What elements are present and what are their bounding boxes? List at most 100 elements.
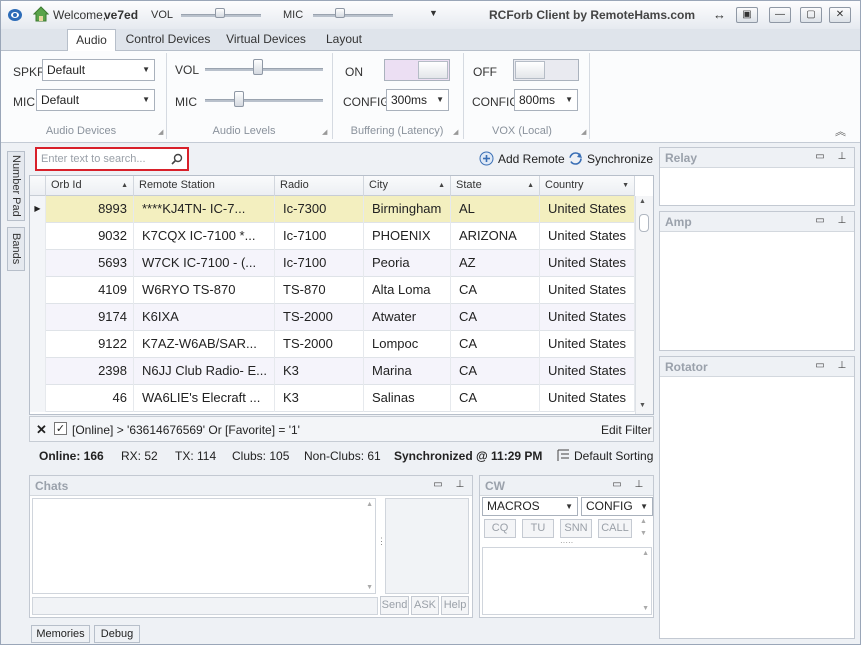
pin-icon[interactable]: ⊥ (836, 215, 848, 227)
vol-level-thumb[interactable] (253, 59, 263, 75)
add-remote-button[interactable]: Add Remote (498, 152, 565, 166)
cw-text-area[interactable]: ▲ ▼ (482, 547, 652, 615)
side-tab-number-pad[interactable]: Number Pad (7, 151, 25, 221)
help-button[interactable]: Help (441, 596, 469, 615)
vol-level-slider[interactable] (205, 68, 323, 71)
send-button[interactable]: Send (380, 596, 409, 615)
title-vol-thumb[interactable] (215, 8, 225, 18)
table-row[interactable]: 9122 K7AZ-W6AB/SAR... TS-2000 Lompoc CA Unite… (30, 331, 635, 358)
table-row[interactable]: 4109 W6RYO TS-870 TS-870 Alta Loma CA United … (30, 277, 635, 304)
panel-maximize-icon[interactable]: ▭ (611, 479, 623, 491)
spkr-select[interactable]: Default ▼ (42, 59, 155, 81)
table-row[interactable]: 46 WA6LIE's Elecraft ... K3 Salinas CA United… (30, 385, 635, 412)
group-expander-icon[interactable]: ◢ (453, 128, 458, 136)
collapse-ribbon-icon[interactable]: ︽ (835, 123, 846, 139)
row-indicator[interactable] (30, 223, 46, 250)
vox-toggle[interactable] (513, 59, 579, 81)
scroll-down-icon[interactable]: ▼ (366, 584, 373, 591)
row-indicator[interactable] (30, 304, 46, 331)
table-row[interactable]: 5693 W7CK IC-7100 - (... Ic-7100 Peoria AZ Un… (30, 250, 635, 277)
pin-icon[interactable]: ⊥ (633, 479, 645, 491)
resize-arrows-icon[interactable]: ↔ (713, 7, 726, 22)
panel-maximize-icon[interactable]: ▭ (814, 151, 826, 163)
ask-button[interactable]: ASK (411, 596, 439, 615)
tab-debug[interactable]: Debug (94, 625, 140, 643)
column-header-orb-id[interactable]: Orb Id ▲ (46, 176, 134, 196)
scroll-up-icon[interactable]: ▲ (366, 501, 373, 508)
scroll-down-icon[interactable]: ▼ (639, 402, 646, 409)
chat-users-list[interactable] (385, 498, 469, 594)
search-field[interactable]: Enter text to search... (35, 147, 189, 171)
snn-button[interactable]: SNN (560, 519, 592, 538)
cq-button[interactable]: CQ (484, 519, 516, 538)
mic-level-thumb[interactable] (234, 91, 244, 107)
search-icon[interactable] (171, 153, 183, 165)
macros-select[interactable]: MACROS ▼ (482, 497, 578, 516)
table-row[interactable]: 2398 N6JJ Club Radio- E... K3 Marina CA Unite… (30, 358, 635, 385)
column-header-city[interactable]: City ▲ (364, 176, 451, 196)
splitter-grip-icon[interactable]: ····· (560, 538, 573, 547)
panel-maximize-icon[interactable]: ▭ (432, 479, 444, 491)
scroll-down-icon[interactable]: ▼ (640, 530, 647, 537)
scroll-down-icon[interactable]: ▼ (642, 605, 649, 612)
group-expander-icon[interactable]: ◢ (158, 128, 163, 136)
pin-icon[interactable]: ⊥ (836, 360, 848, 372)
tab-memories[interactable]: Memories (31, 625, 90, 643)
synchronize-button[interactable]: Synchronize (587, 152, 653, 166)
panel-maximize-icon[interactable]: ▭ (814, 215, 826, 227)
column-header-remote-station[interactable]: Remote Station (134, 176, 275, 196)
title-mic-slider[interactable] (313, 14, 393, 17)
row-indicator[interactable] (30, 250, 46, 277)
column-header-radio[interactable]: Radio (275, 176, 364, 196)
mic-select[interactable]: Default ▼ (36, 89, 155, 111)
group-expander-icon[interactable]: ◢ (581, 128, 586, 136)
buffering-toggle[interactable] (384, 59, 450, 81)
app-eye-icon[interactable] (7, 8, 23, 22)
cw-config-select[interactable]: CONFIG ▼ (581, 497, 653, 516)
chat-message-input[interactable] (32, 597, 378, 615)
home-icon[interactable] (33, 6, 49, 22)
tab-control-devices[interactable]: Control Devices (123, 29, 213, 51)
column-header-state[interactable]: State ▲ (451, 176, 540, 196)
row-indicator[interactable] (30, 331, 46, 358)
close-button[interactable]: ✕ (829, 7, 851, 23)
row-indicator[interactable] (30, 385, 46, 412)
row-indicator[interactable] (30, 358, 46, 385)
table-row[interactable]: ▶ 8993 ****KJ4TN- IC-7... Ic-7300 Birmingham… (30, 196, 635, 223)
tab-layout[interactable]: Layout (319, 29, 369, 51)
filter-enabled-checkbox[interactable]: ✓ (54, 422, 67, 435)
search-input[interactable]: Enter text to search... (41, 153, 146, 165)
restore-layout-button[interactable]: ▣ (736, 7, 758, 23)
panel-maximize-icon[interactable]: ▭ (814, 360, 826, 372)
title-mic-thumb[interactable] (335, 8, 345, 18)
mic-level-slider[interactable] (205, 99, 323, 102)
clear-filter-icon[interactable]: ✕ (36, 422, 47, 438)
current-row-indicator-icon[interactable]: ▶ (30, 196, 46, 223)
pin-icon[interactable]: ⊥ (836, 151, 848, 163)
scroll-up-icon[interactable]: ▲ (639, 198, 646, 205)
default-sorting-button[interactable]: Default Sorting (574, 449, 653, 463)
side-tab-bands[interactable]: Bands (7, 227, 25, 271)
scroll-up-icon[interactable]: ▲ (642, 550, 649, 557)
tab-audio[interactable]: Audio (67, 29, 116, 52)
buffering-config-select[interactable]: 300ms ▼ (386, 89, 449, 111)
minimize-button[interactable]: — (769, 7, 791, 23)
maximize-button[interactable]: ▢ (800, 7, 822, 23)
grid-scrollbar[interactable]: ▲ ▼ (635, 196, 653, 414)
chat-log[interactable]: ▲ ▼ (32, 498, 376, 594)
group-expander-icon[interactable]: ◢ (322, 128, 327, 136)
pin-icon[interactable]: ⊥ (454, 479, 466, 491)
scroll-thumb[interactable] (639, 214, 649, 232)
vox-config-select[interactable]: 800ms ▼ (514, 89, 578, 111)
synchronize-icon[interactable] (568, 151, 583, 166)
add-remote-icon[interactable] (479, 151, 494, 166)
table-row[interactable]: 9032 K7CQX IC-7100 *... Ic-7100 PHOENIX ARIZ… (30, 223, 635, 250)
tab-virtual-devices[interactable]: Virtual Devices (223, 29, 309, 51)
scroll-up-icon[interactable]: ▲ (640, 518, 647, 525)
edit-filter-button[interactable]: Edit Filter (601, 423, 652, 437)
column-header-country[interactable]: Country ▼ (540, 176, 635, 196)
table-row[interactable]: 9174 K6IXA TS-2000 Atwater CA United States (30, 304, 635, 331)
tu-button[interactable]: TU (522, 519, 554, 538)
call-button[interactable]: CALL (598, 519, 632, 538)
quick-access-dropdown-icon[interactable]: ▼ (429, 8, 438, 18)
